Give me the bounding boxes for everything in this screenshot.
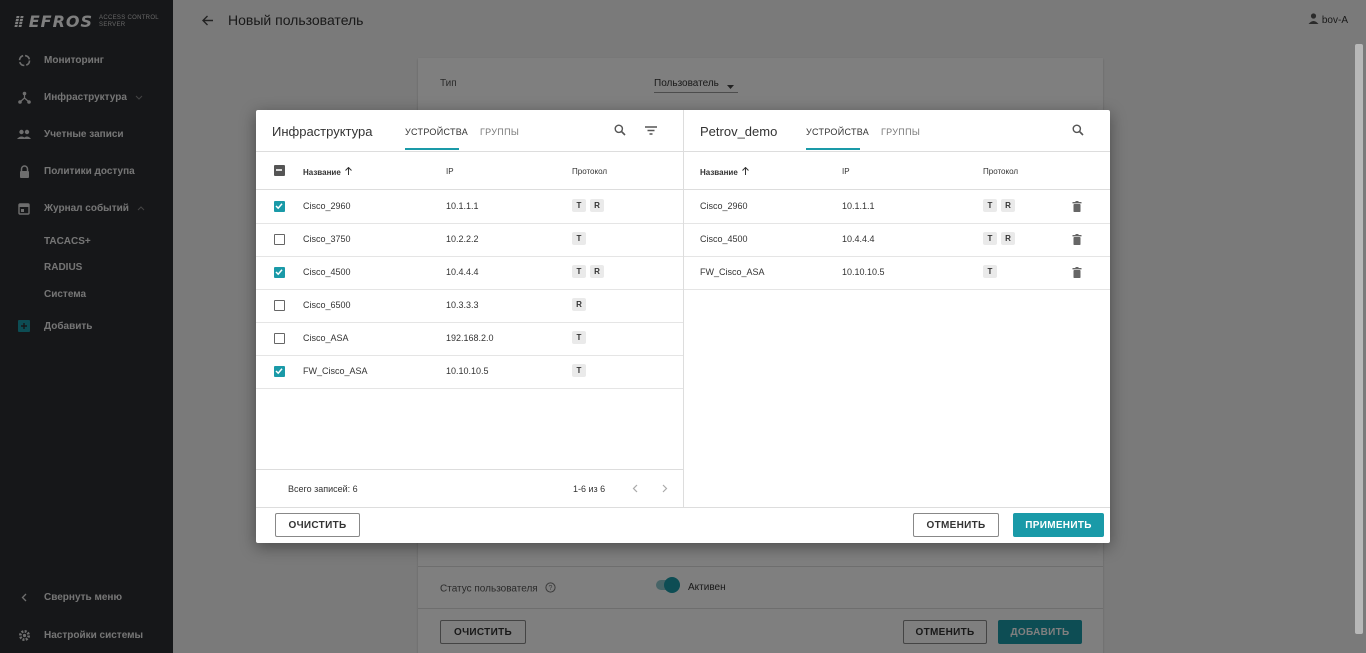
protocol-badge: R (590, 265, 604, 278)
right-tab-groups[interactable]: ГРУППЫ (881, 127, 920, 137)
device-name: Cisco_ASA (303, 333, 349, 343)
select-all-checkbox[interactable] (274, 165, 285, 176)
device-ip: 10.4.4.4 (446, 267, 479, 277)
page-scrollbar[interactable] (1355, 44, 1363, 634)
row-checkbox[interactable] (274, 366, 285, 377)
row-checkbox[interactable] (274, 234, 285, 245)
row-checkbox[interactable] (274, 267, 285, 278)
device-ip: 10.1.1.1 (446, 201, 479, 211)
header-divider (256, 151, 683, 152)
header-divider (684, 189, 1110, 190)
protocol-badge: T (572, 331, 586, 344)
row-divider (256, 289, 683, 290)
row-divider (684, 223, 1110, 224)
protocol-badge: T (572, 364, 586, 377)
row-divider (256, 355, 683, 356)
search-icon[interactable] (1072, 124, 1084, 136)
dialog-footer-divider (256, 507, 1110, 508)
device-protocols: T (572, 364, 590, 377)
sort-arrow-up-icon (344, 166, 352, 177)
dialog-cancel-button[interactable]: ОТМЕНИТЬ (913, 513, 999, 537)
header-divider (684, 151, 1110, 152)
device-ip: 10.10.10.5 (446, 366, 489, 376)
protocol-badge: T (983, 232, 997, 245)
column-header-ip[interactable]: IP (446, 167, 454, 176)
row-divider (256, 322, 683, 323)
row-divider (256, 256, 683, 257)
trash-icon[interactable] (1072, 267, 1082, 278)
right-tab-devices[interactable]: УСТРОЙСТВА (806, 127, 869, 137)
protocol-badge: R (590, 199, 604, 212)
selected-device-name: Cisco_4500 (700, 234, 748, 244)
column-header-name[interactable]: Название (303, 166, 352, 177)
next-page-icon[interactable] (662, 484, 668, 493)
row-checkbox[interactable] (274, 201, 285, 212)
selected-device-ip: 10.4.4.4 (842, 234, 875, 244)
dialog-clear-button[interactable]: ОЧИСТИТЬ (275, 513, 360, 537)
footer-divider (256, 469, 683, 470)
protocol-badge: R (1001, 199, 1015, 212)
selected-device-protocols: TR (983, 199, 1019, 212)
left-pane-title: Инфраструктура (272, 124, 373, 139)
protocol-badge: R (1001, 232, 1015, 245)
row-divider (256, 223, 683, 224)
device-selection-dialog: Инфраструктура УСТРОЙСТВА ГРУППЫ Названи… (256, 110, 1110, 543)
device-name: FW_Cisco_ASA (303, 366, 368, 376)
selected-device-protocols: TR (983, 232, 1019, 245)
column-header-name-text: Название (303, 167, 341, 177)
device-name: Cisco_2960 (303, 201, 351, 211)
protocol-badge: T (572, 199, 586, 212)
prev-page-icon[interactable] (632, 484, 638, 493)
device-ip: 10.3.3.3 (446, 300, 479, 310)
column-header-name-text: Название (700, 167, 738, 177)
device-ip: 192.168.2.0 (446, 333, 494, 343)
column-header-protocol[interactable]: Протокол (983, 167, 1018, 176)
search-icon[interactable] (614, 124, 626, 136)
trash-icon[interactable] (1072, 201, 1082, 212)
protocol-badge: T (983, 199, 997, 212)
device-protocols: TR (572, 199, 608, 212)
device-ip: 10.2.2.2 (446, 234, 479, 244)
row-checkbox[interactable] (274, 333, 285, 344)
selected-device-name: Cisco_2960 (700, 201, 748, 211)
selected-device-ip: 10.1.1.1 (842, 201, 875, 211)
device-protocols: TR (572, 265, 608, 278)
dialog-apply-button[interactable]: ПРИМЕНИТЬ (1013, 513, 1104, 537)
right-pane-title: Petrov_demo (700, 124, 778, 139)
selected-device-protocols: T (983, 265, 1001, 278)
left-tab-indicator (405, 148, 459, 150)
pagination-range: 1-6 из 6 (573, 484, 606, 494)
sort-arrow-up-icon (741, 166, 749, 177)
device-protocols: R (572, 298, 590, 311)
pane-divider (683, 110, 684, 507)
filter-icon[interactable] (645, 126, 657, 135)
total-records: Всего записей: 6 (288, 484, 358, 494)
device-name: Cisco_6500 (303, 300, 351, 310)
trash-icon[interactable] (1072, 234, 1082, 245)
device-protocols: T (572, 331, 590, 344)
column-header-ip[interactable]: IP (842, 167, 850, 176)
left-tab-groups[interactable]: ГРУППЫ (480, 127, 519, 137)
device-name: Cisco_3750 (303, 234, 351, 244)
left-tab-devices[interactable]: УСТРОЙСТВА (405, 127, 468, 137)
column-header-protocol[interactable]: Протокол (572, 167, 607, 176)
header-divider (256, 189, 683, 190)
row-checkbox[interactable] (274, 300, 285, 311)
protocol-badge: T (572, 232, 586, 245)
column-header-name[interactable]: Название (700, 166, 749, 177)
row-divider (684, 256, 1110, 257)
protocol-badge: T (983, 265, 997, 278)
selected-device-name: FW_Cisco_ASA (700, 267, 765, 277)
row-divider (684, 289, 1110, 290)
selected-device-ip: 10.10.10.5 (842, 267, 885, 277)
row-divider (256, 388, 683, 389)
device-protocols: T (572, 232, 590, 245)
device-name: Cisco_4500 (303, 267, 351, 277)
protocol-badge: T (572, 265, 586, 278)
protocol-badge: R (572, 298, 586, 311)
right-tab-indicator (806, 148, 860, 150)
